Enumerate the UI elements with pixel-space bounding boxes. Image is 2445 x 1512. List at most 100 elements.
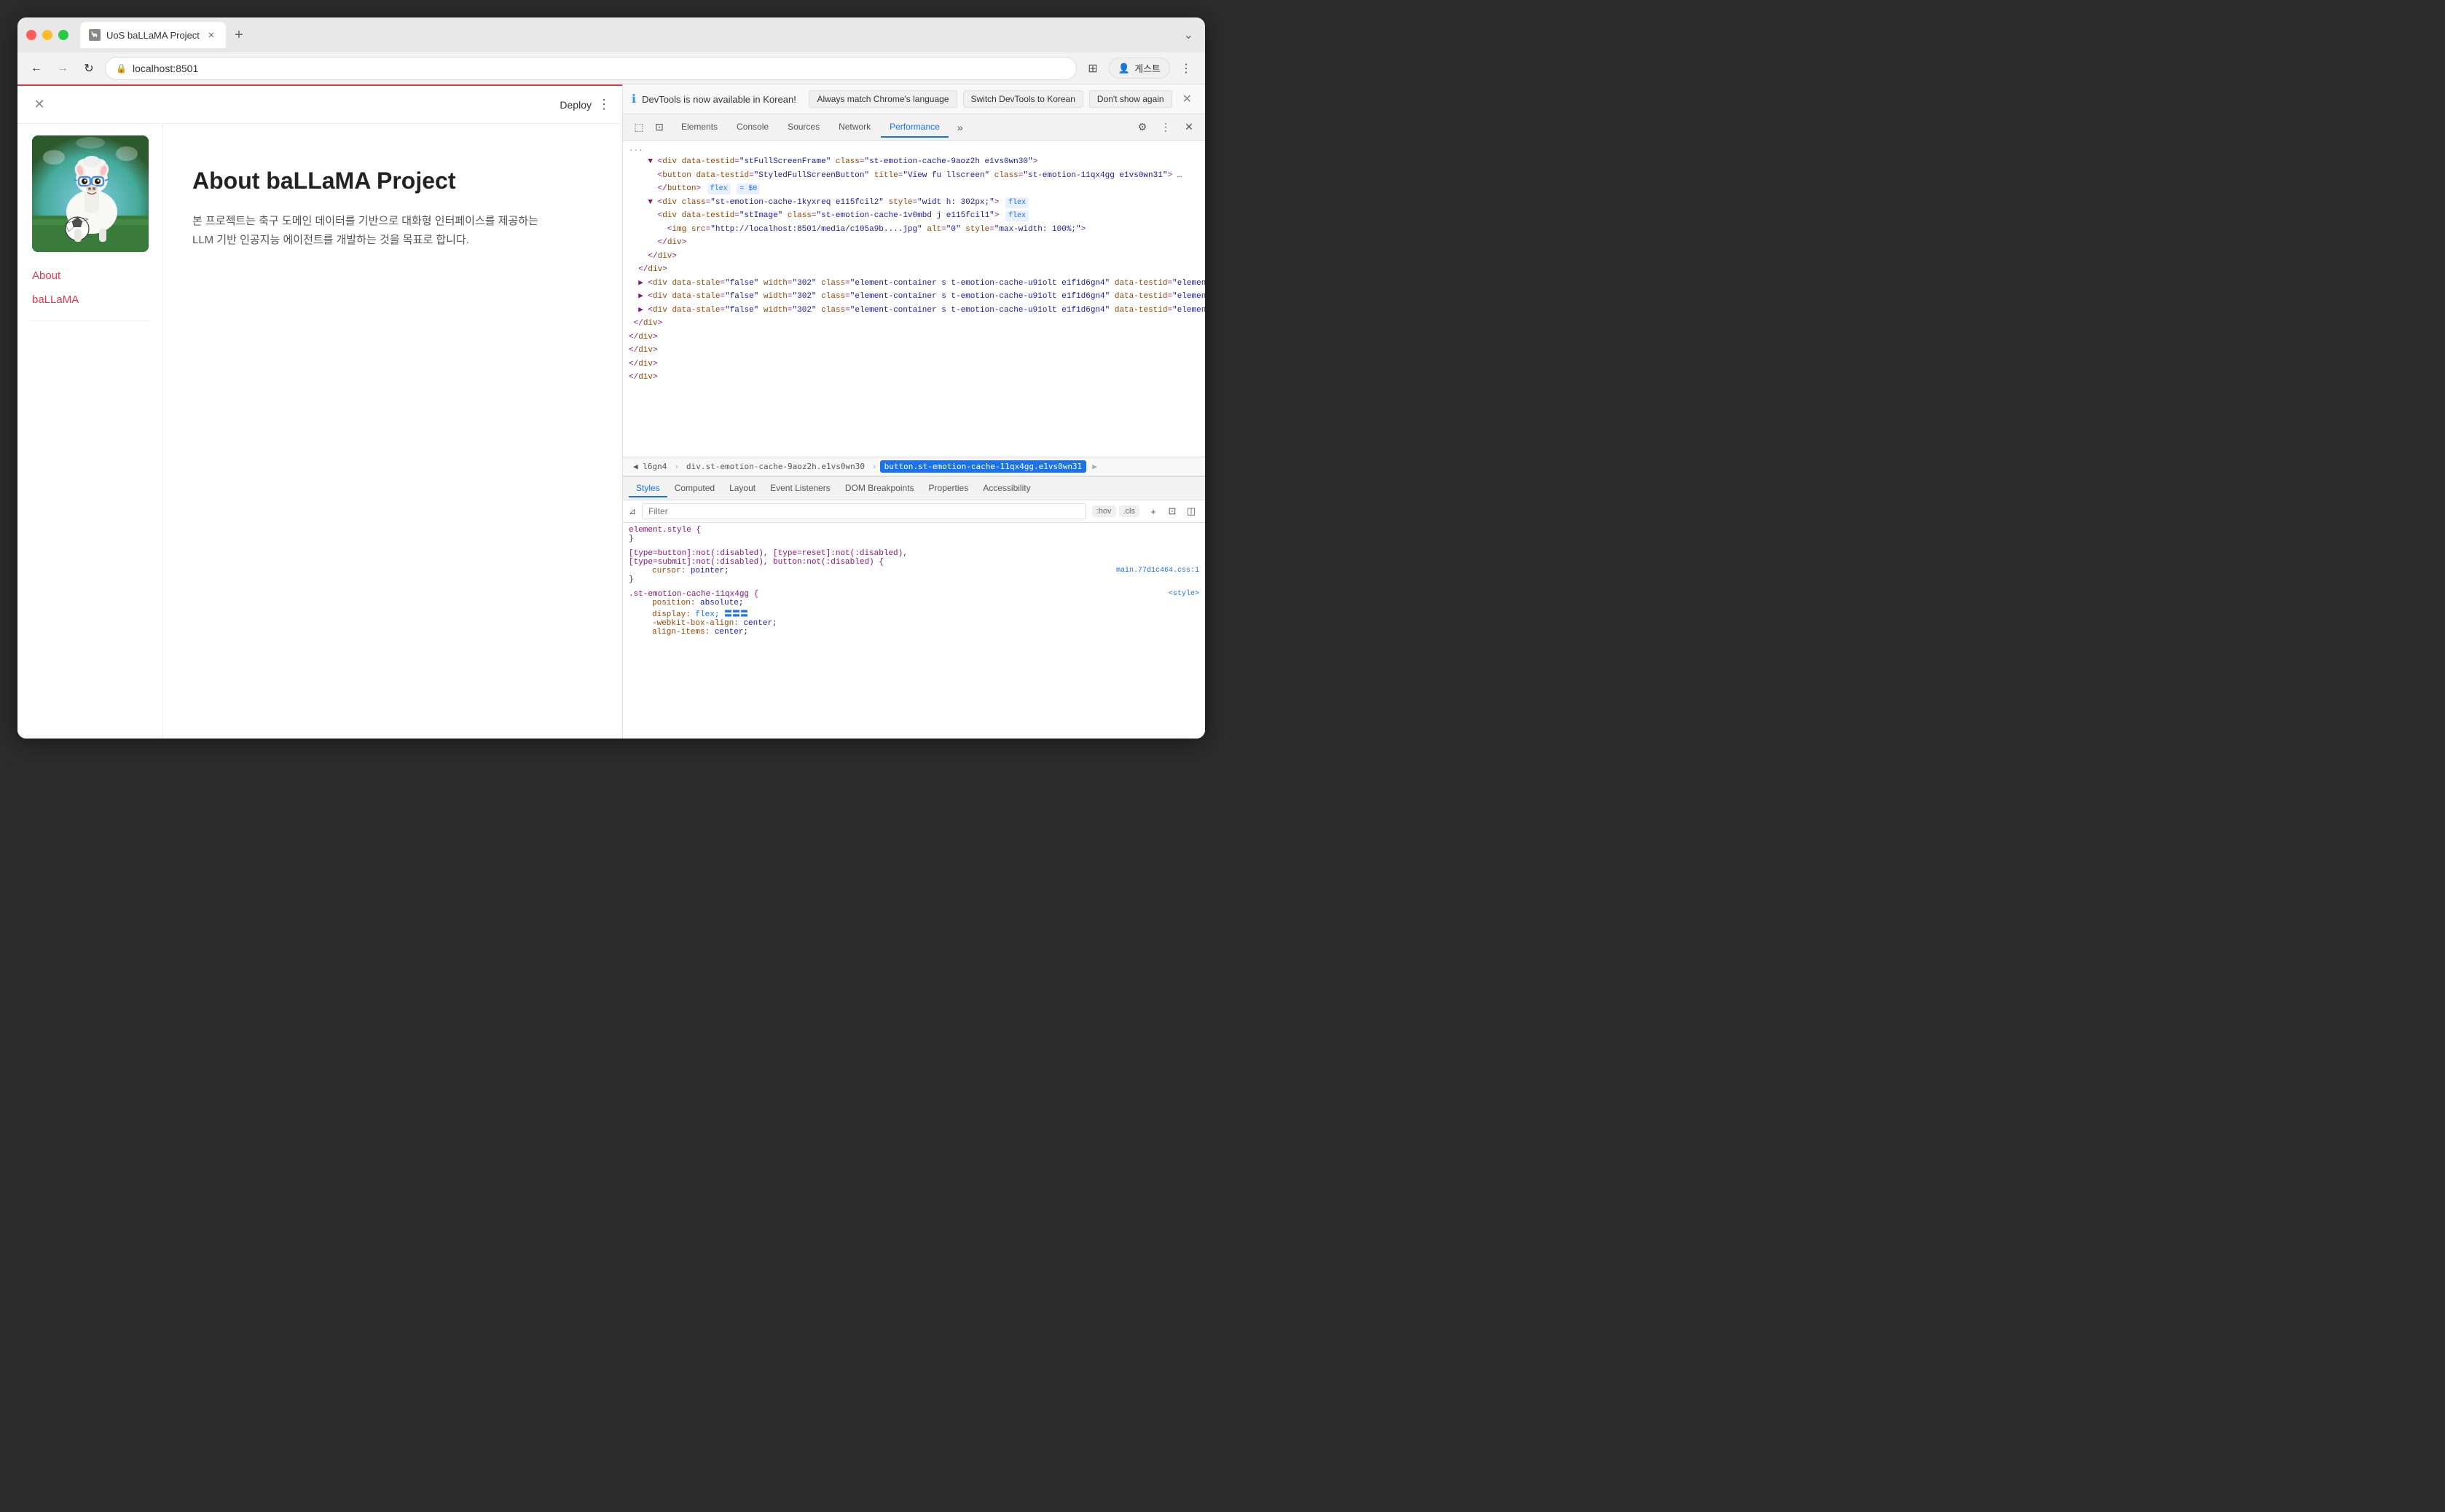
code-line[interactable]: </div> (623, 371, 1205, 385)
code-line[interactable]: </div> (623, 331, 1205, 344)
back-button[interactable]: ← (26, 58, 47, 79)
new-rule-icon[interactable]: ⊡ (1164, 503, 1180, 519)
tab-event-listeners[interactable]: Event Listeners (763, 480, 838, 497)
refresh-button[interactable]: ↻ (79, 58, 99, 79)
sidebar-item-ballama[interactable]: baLLaMA (29, 288, 151, 312)
deploy-button[interactable]: Deploy (560, 99, 592, 111)
tab-console[interactable]: Console (728, 117, 777, 138)
minimize-button[interactable] (42, 30, 52, 40)
title-bar: 🦙 UoS baLLaMA Project ✕ + ⌄ (17, 17, 1205, 52)
css-close: } (629, 535, 1199, 543)
filter-input[interactable] (642, 503, 1086, 519)
code-line[interactable]: </div> (623, 250, 1205, 264)
code-line[interactable]: </div> (623, 344, 1205, 358)
css-rule-button-types: [type=button]:not(:disabled), [type=rese… (629, 549, 1199, 584)
tab-favicon: 🦙 (89, 29, 101, 41)
tab-title: UoS baLLaMA Project (106, 30, 200, 41)
tab-chevron[interactable]: ⌄ (1181, 25, 1196, 45)
breadcrumb-item-1[interactable]: ◀ l6gn4 (629, 460, 671, 473)
code-line[interactable]: <div data-testid="stImage" class="st-emo… (623, 209, 1205, 223)
active-tab[interactable]: 🦙 UoS baLLaMA Project ✕ (80, 22, 226, 48)
devtools-notify: ℹ DevTools is now available in Korean! A… (623, 84, 1205, 114)
devtools-close-icon[interactable]: ✕ (1179, 117, 1199, 138)
code-line[interactable]: </button> flex = $0 (623, 182, 1205, 196)
code-line[interactable]: ▶ <div data-stale="false" width="302" cl… (623, 277, 1205, 291)
tab-network[interactable]: Network (830, 117, 879, 138)
breadcrumb-item-2[interactable]: div.st-emotion-cache-9aoz2h.e1vs0wn30 (682, 460, 869, 473)
tab-elements[interactable]: Elements (672, 117, 726, 138)
devtools-filter: ⊿ :hov .cls + ⊡ ◫ (623, 500, 1205, 523)
traffic-lights (26, 30, 68, 40)
tab-area: 🦙 UoS baLLaMA Project ✕ + (80, 22, 1175, 48)
tab-close-button[interactable]: ✕ (205, 29, 217, 41)
user-button[interactable]: 👤 게스트 (1109, 58, 1170, 79)
code-ellipsis: ... (623, 143, 1205, 155)
code-line[interactable]: </div> (623, 236, 1205, 250)
switch-devtools-button[interactable]: Switch DevTools to Korean (963, 90, 1083, 108)
css-property-position: position: absolute; (629, 599, 1199, 607)
tab-layout[interactable]: Layout (722, 480, 763, 497)
hov-badge[interactable]: :hov (1092, 505, 1116, 517)
code-line[interactable]: ▼ <div class="st-emotion-cache-1kyxreq e… (623, 196, 1205, 210)
tab-properties[interactable]: Properties (922, 480, 976, 497)
css-selector: .st-emotion-cache-11qx4gg { <style> (629, 590, 1199, 599)
settings-icon[interactable]: ⚙ (1132, 117, 1153, 138)
css-rule-st-emotion: .st-emotion-cache-11qx4gg { <style> posi… (629, 590, 1199, 637)
nav-bar: ← → ↻ 🔒 localhost:8501 ⊞ 👤 게스트 ⋮ (17, 52, 1205, 84)
tab-styles[interactable]: Styles (629, 480, 667, 497)
forward-button[interactable]: → (52, 58, 73, 79)
code-line[interactable]: <img src="http://localhost:8501/media/c1… (623, 223, 1205, 237)
devtools-panel: ℹ DevTools is now available in Korean! A… (622, 84, 1205, 739)
css-close: } (629, 575, 1199, 584)
device-icon[interactable]: ⊡ (649, 117, 670, 138)
devtools-code-view[interactable]: ... ▼ <div data-testid="stFullScreenFram… (623, 141, 1205, 457)
tab-dom-breakpoints[interactable]: DOM Breakpoints (838, 480, 922, 497)
devtools-breadcrumb: ◀ l6gn4 › div.st-emotion-cache-9aoz2h.e1… (623, 457, 1205, 476)
inspect-icon[interactable]: ⬚ (629, 117, 649, 138)
code-line[interactable]: ▶ <div data-stale="false" width="302" cl… (623, 304, 1205, 318)
more-tabs-button[interactable]: » (950, 117, 970, 138)
code-line[interactable]: </div> (623, 358, 1205, 371)
tab-sources[interactable]: Sources (779, 117, 828, 138)
css-property-cursor: cursor: pointer; main.77d1c464.css:1 (629, 567, 1199, 575)
notify-close-button[interactable]: ✕ (1178, 90, 1196, 108)
sidebar-item-about[interactable]: About (29, 264, 151, 288)
css-property-display: display: flex; 〓〓〓 (629, 607, 1199, 619)
lock-icon: 🔒 (116, 63, 127, 74)
always-match-button[interactable]: Always match Chrome's language (809, 90, 957, 108)
app-body: About baLLaMA About baLLaMA Project 본 프로… (17, 124, 622, 739)
browser-window: 🦙 UoS baLLaMA Project ✕ + ⌄ ← → ↻ 🔒 loca… (17, 17, 1205, 739)
inspect-mode-icon[interactable]: ◫ (1183, 503, 1199, 519)
code-line[interactable]: ▼ <div data-testid="stFullScreenFrame" c… (623, 155, 1205, 169)
nav-right: ⊞ 👤 게스트 ⋮ (1083, 58, 1196, 79)
tab-performance[interactable]: Performance (881, 117, 949, 138)
filter-icon: ⊿ (629, 506, 636, 516)
devtools-toolbar: ⬚ ⊡ Elements Console Sources Network Per… (623, 114, 1205, 141)
code-line[interactable]: <button data-testid="StyledFullScreenBut… (623, 169, 1205, 183)
more-button[interactable]: ⋮ (1176, 58, 1196, 79)
code-line[interactable]: </div> (623, 317, 1205, 331)
tab-accessibility[interactable]: Accessibility (976, 480, 1037, 497)
new-tab-button[interactable]: + (229, 25, 249, 45)
tab-computed[interactable]: Computed (667, 480, 722, 497)
address-bar[interactable]: 🔒 localhost:8501 (105, 57, 1077, 80)
code-line[interactable]: </div> (623, 263, 1205, 277)
devtools-bottom-panel: Styles Computed Layout Event Listeners D… (623, 476, 1205, 739)
breadcrumb-item-3[interactable]: button.st-emotion-cache-11qx4gg.e1vs0wn3… (880, 460, 1087, 473)
css-selector: element.style { (629, 526, 1199, 535)
dont-show-again-button[interactable]: Don't show again (1089, 90, 1172, 108)
code-line[interactable]: ▶ <div data-stale="false" width="302" cl… (623, 290, 1205, 304)
page-title: About baLLaMA Project (192, 168, 593, 194)
css-property-align-items: align-items: center; (629, 628, 1199, 637)
add-style-icon[interactable]: + (1145, 503, 1161, 519)
fullscreen-button[interactable] (58, 30, 68, 40)
app-close-button[interactable]: ✕ (29, 95, 50, 115)
translate-icon[interactable]: ⊞ (1083, 58, 1103, 79)
close-button[interactable] (26, 30, 36, 40)
breadcrumb-more[interactable]: ▶ (1092, 462, 1097, 471)
cls-badge[interactable]: .cls (1119, 505, 1140, 517)
css-content[interactable]: element.style { } [type=button]:not(:dis… (623, 523, 1205, 739)
vertical-dots-icon[interactable]: ⋮ (1155, 117, 1176, 138)
app-more-button[interactable]: ⋮ (597, 97, 611, 112)
page-content: About baLLaMA Project 본 프로젝트는 축구 도메인 데이터… (163, 124, 622, 739)
